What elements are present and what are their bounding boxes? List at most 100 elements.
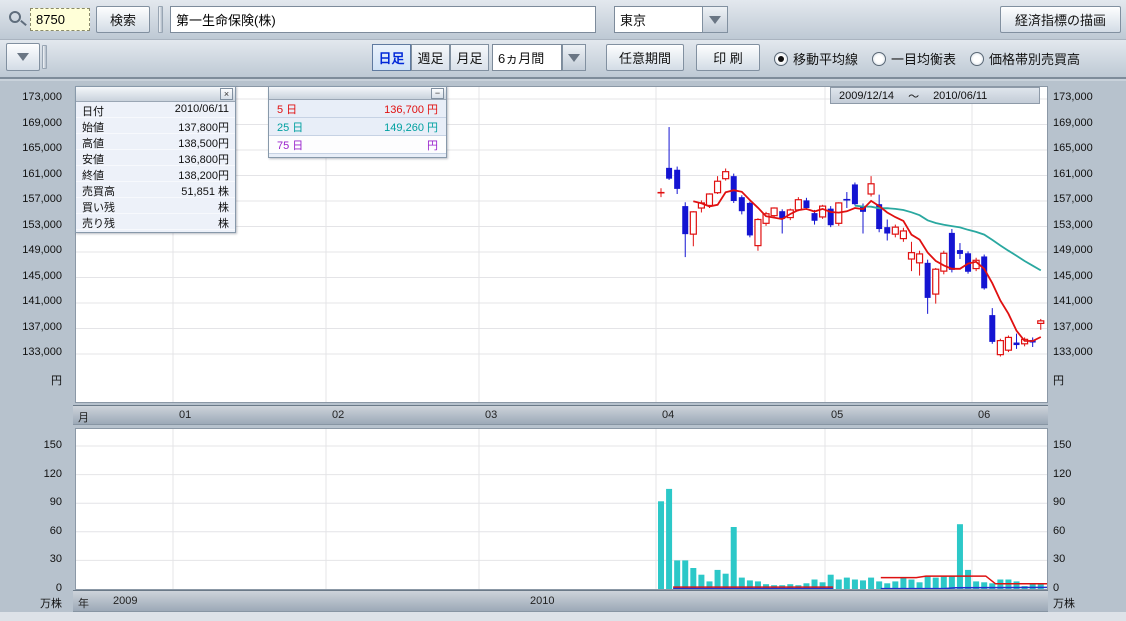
info-label: 始値 — [82, 119, 104, 133]
quote-info-row: 高値138,500円 — [76, 134, 235, 150]
volume-tick-label: 90 — [1053, 496, 1119, 508]
quote-info-titlebar[interactable]: × — [76, 87, 235, 102]
volume-axis-unit: 万株 — [1053, 595, 1119, 611]
year-axis-prefix: 年 — [78, 595, 89, 611]
price-tick-label: 149,000 — [1053, 244, 1119, 256]
quote-info-rows: 日付2010/06/11始値137,800円高値138,500円安値136,80… — [76, 102, 235, 230]
ma-value: 136,700 円 — [384, 101, 438, 117]
overlay-radio-group: 移動平均線 一目均衡表価格帯別売買高 — [774, 49, 1080, 68]
info-label: 終値 — [82, 167, 104, 181]
ma-period-label: 5 日 — [277, 101, 297, 117]
ma-legend-rows: 5 日 136,700 円25 日149,260 円75 日 円 — [269, 100, 446, 154]
price-tick-label: 141,000 — [1053, 295, 1119, 307]
volume-axis-unit: 万株 — [2, 595, 62, 611]
price-tick-label: 157,000 — [2, 193, 62, 205]
quote-info-row: 安値 136,800円 — [76, 150, 235, 166]
range-separator: ～ — [908, 88, 919, 104]
tab-daily[interactable]: 日足 — [372, 44, 411, 71]
ma-value: 円 — [427, 137, 438, 153]
price-tick-label: 145,000 — [1053, 270, 1119, 282]
price-tick-label: 169,000 — [2, 117, 62, 129]
price-tick-label: 137,000 — [2, 321, 62, 333]
month-label: 02 — [332, 409, 344, 421]
volume-tick-label: 60 — [1053, 525, 1119, 537]
search-button[interactable]: 検索 — [96, 6, 150, 33]
volume-chart-plot[interactable] — [75, 428, 1048, 590]
ma-legend-row: 25 日149,260 円 — [269, 118, 446, 136]
price-tick-label: 153,000 — [2, 219, 62, 231]
exchange-select-value[interactable]: 東京 — [614, 6, 702, 33]
info-label: 売買高 — [82, 183, 115, 197]
month-label: 04 — [662, 409, 674, 421]
close-icon[interactable]: × — [220, 88, 233, 100]
volume-tick-label: 150 — [1053, 439, 1119, 451]
ma-period-label: 75 日 — [277, 137, 303, 153]
exchange-select-arrow[interactable] — [702, 6, 728, 33]
tab-weekly[interactable]: 週足 — [411, 44, 450, 71]
economic-indicator-button[interactable]: 経済指標の描画 — [1000, 6, 1121, 33]
print-button[interactable]: 印 刷 — [696, 44, 760, 71]
overlay-radio-1[interactable]: 一目均衡表 — [872, 49, 956, 68]
toolbar-second: 日足週足月足 6ヵ月間 任意期間 印 刷 移動平均線 一目均衡表価格帯別売買高 — [0, 40, 1126, 79]
info-value: 138,500円 — [178, 135, 229, 149]
volume-tick-label: 0 — [2, 582, 62, 594]
price-tick-label: 173,000 — [1053, 91, 1119, 103]
custom-period-button[interactable]: 任意期間 — [606, 44, 684, 71]
price-tick-label: 157,000 — [1053, 193, 1119, 205]
ma-legend-titlebar[interactable]: − — [269, 87, 446, 100]
period-select-value[interactable]: 6ヵ月間 — [492, 44, 562, 71]
price-tick-label: 169,000 — [1053, 117, 1119, 129]
price-tick-label: 153,000 — [1053, 219, 1119, 231]
price-axis-unit: 円 — [1053, 372, 1119, 388]
radio-icon — [774, 52, 788, 66]
ma-legend-window[interactable]: − 5 日 136,700 円25 日149,260 円75 日 円 — [268, 86, 447, 158]
volume-tick-label: 30 — [1053, 553, 1119, 565]
toolbar-top: 検索 東京 経済指標の描画 — [0, 0, 1126, 40]
volume-tick-label: 90 — [2, 496, 62, 508]
info-value: 138,200円 — [178, 167, 229, 181]
quote-info-row: 買い残株 — [76, 198, 235, 214]
date-range-box[interactable]: 2009/12/14 ～ 2010/06/11 — [830, 87, 1040, 104]
volume-tick-label: 120 — [1053, 468, 1119, 480]
chevron-down-icon — [709, 16, 721, 24]
volume-tick-label: 120 — [2, 468, 62, 480]
info-label: 安値 — [82, 151, 104, 165]
bottom-strip — [0, 612, 1126, 621]
info-label: 売り残 — [82, 215, 115, 229]
stock-code-input[interactable] — [30, 8, 90, 31]
ma25-line — [855, 206, 1041, 271]
tab-monthly[interactable]: 月足 — [450, 44, 489, 71]
month-label: 05 — [831, 409, 843, 421]
quote-info-row: 売り残株 — [76, 214, 235, 230]
price-tick-label: 173,000 — [2, 91, 62, 103]
volume-chart-canvas[interactable] — [76, 429, 1047, 589]
overlay-radio-label: 一目均衡表 — [891, 49, 956, 68]
toolbar-divider — [158, 6, 163, 33]
info-value: 136,800円 — [178, 151, 229, 165]
chart-region: 月010203040506 年20092010 173,000173,00016… — [0, 81, 1126, 612]
month-axis-prefix: 月 — [78, 409, 89, 425]
price-tick-label: 137,000 — [1053, 321, 1119, 333]
radio-icon — [872, 52, 886, 66]
quote-info-row: 売買高51,851 株 — [76, 182, 235, 198]
price-tick-label: 133,000 — [1053, 346, 1119, 358]
overlay-radio-0[interactable]: 移動平均線 — [774, 49, 858, 68]
ma-legend-row: 5 日 136,700 円 — [269, 100, 446, 118]
volume-tick-label: 30 — [2, 553, 62, 565]
ma-legend-row: 75 日 円 — [269, 136, 446, 154]
scroll-dropdown-button[interactable] — [6, 43, 40, 71]
toolbar-divider — [42, 45, 47, 69]
overlay-radio-2[interactable]: 価格帯別売買高 — [970, 49, 1080, 68]
period-select-arrow[interactable] — [562, 44, 586, 71]
info-label: 買い残 — [82, 199, 115, 213]
range-start-date: 2009/12/14 — [839, 90, 894, 102]
month-axis-bar: 月010203040506 — [73, 405, 1048, 425]
year-label: 2010 — [530, 595, 554, 607]
price-tick-label: 161,000 — [2, 168, 62, 180]
minimize-icon[interactable]: − — [431, 88, 444, 99]
quote-info-window[interactable]: × 日付2010/06/11始値137,800円高値138,500円安値136,… — [75, 86, 236, 233]
overlay-radio-label: 移動平均線 — [793, 49, 858, 68]
ma-value: 149,260 円 — [384, 119, 438, 135]
company-name-input[interactable] — [170, 6, 596, 33]
ma5-line — [693, 190, 1041, 341]
